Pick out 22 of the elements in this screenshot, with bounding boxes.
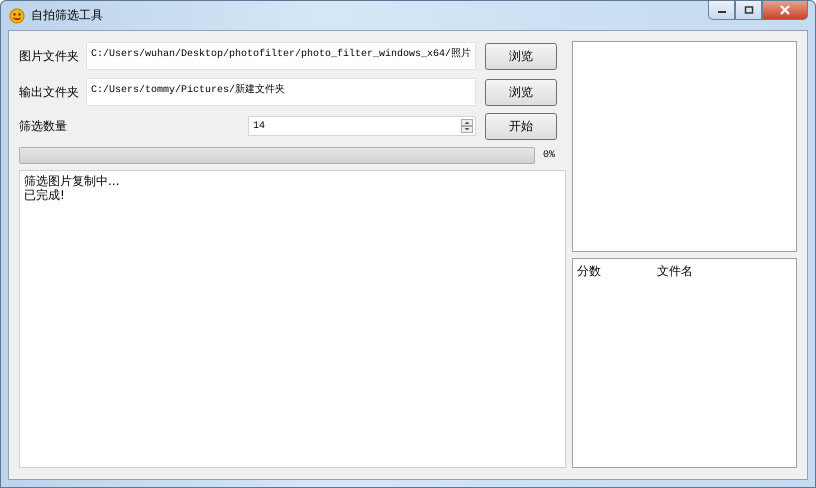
close-icon: [779, 5, 791, 15]
log-line: 筛选图片复制中...: [24, 174, 120, 188]
spin-arrows-icon: [461, 119, 473, 133]
field-label: 输出文件夹: [19, 84, 80, 100]
browse-button[interactable]: 浏览: [485, 42, 557, 70]
field-label: 筛选数量: [19, 118, 68, 134]
smiley-icon: [9, 8, 25, 24]
column-header: 文件名: [657, 263, 694, 280]
start-button[interactable]: 开始: [485, 112, 557, 140]
window-title: 自拍筛选工具: [31, 7, 103, 24]
log-line: 已完成!: [24, 188, 66, 202]
column-header: 分数: [577, 263, 602, 280]
maximize-button[interactable]: [735, 1, 762, 20]
field-label: 图片文件夹: [19, 48, 80, 64]
count-spinbox[interactable]: 14: [248, 116, 476, 136]
progress-reading: 0%: [543, 150, 556, 160]
path-field[interactable]: C:/Users/wuhan/Desktop/photofilter/photo_filter_windows_x64/照片: [86, 42, 476, 70]
maximize-icon: [744, 6, 754, 14]
close-button[interactable]: [762, 1, 808, 20]
minimize-button[interactable]: [708, 1, 735, 20]
browse-button[interactable]: 浏览: [485, 78, 557, 106]
path-field[interactable]: C:/Users/tommy/Pictures/新建文件夹: [86, 78, 476, 106]
